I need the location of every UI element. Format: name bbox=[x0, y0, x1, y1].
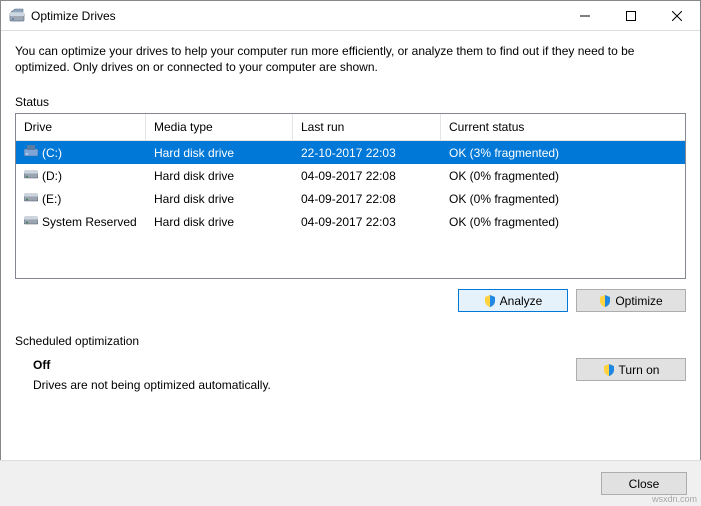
current-status: OK (0% fragmented) bbox=[441, 188, 685, 210]
last-run: 22-10-2017 22:03 bbox=[293, 142, 441, 164]
column-header-drive[interactable]: Drive bbox=[16, 114, 146, 140]
drive-icon bbox=[24, 168, 38, 183]
status-section-label: Status bbox=[15, 95, 686, 109]
current-status: OK (0% fragmented) bbox=[441, 165, 685, 187]
scheduled-block: Off Drives are not being optimized autom… bbox=[15, 358, 686, 392]
table-row[interactable]: (C:) Hard disk drive22-10-2017 22:03OK (3… bbox=[16, 141, 685, 164]
drive-name: System Reserved bbox=[42, 215, 137, 229]
close-window-button[interactable] bbox=[654, 1, 700, 31]
table-row[interactable]: (D:) Hard disk drive04-09-2017 22:08OK (0… bbox=[16, 164, 685, 187]
turn-on-button-label: Turn on bbox=[619, 363, 660, 377]
media-type: Hard disk drive bbox=[146, 211, 293, 233]
drive-icon bbox=[24, 214, 38, 229]
close-button[interactable]: Close bbox=[601, 472, 687, 495]
shield-icon bbox=[484, 295, 496, 307]
last-run: 04-09-2017 22:03 bbox=[293, 211, 441, 233]
action-button-row: Analyze Optimize bbox=[15, 289, 686, 312]
minimize-icon bbox=[580, 11, 590, 21]
last-run: 04-09-2017 22:08 bbox=[293, 188, 441, 210]
drive-name: (C:) bbox=[42, 146, 62, 160]
footer: Close bbox=[0, 460, 701, 506]
last-run: 04-09-2017 22:08 bbox=[293, 165, 441, 187]
media-type: Hard disk drive bbox=[146, 165, 293, 187]
app-icon bbox=[9, 8, 25, 24]
table-row[interactable]: System Reserved Hard disk drive04-09-2017… bbox=[16, 210, 685, 233]
titlebar: Optimize Drives bbox=[1, 1, 700, 31]
description-text: You can optimize your drives to help you… bbox=[15, 43, 686, 75]
analyze-button-label: Analyze bbox=[500, 294, 543, 308]
close-button-label: Close bbox=[629, 477, 660, 491]
close-icon bbox=[672, 11, 682, 21]
drive-name: (D:) bbox=[42, 169, 62, 183]
shield-icon bbox=[599, 295, 611, 307]
optimize-button-label: Optimize bbox=[615, 294, 662, 308]
maximize-button[interactable] bbox=[608, 1, 654, 31]
maximize-icon bbox=[626, 11, 636, 21]
media-type: Hard disk drive bbox=[146, 188, 293, 210]
column-header-media[interactable]: Media type bbox=[146, 114, 293, 140]
content-panel: You can optimize your drives to help you… bbox=[1, 31, 700, 404]
scheduled-state: Off bbox=[33, 358, 271, 372]
drives-listview[interactable]: Drive Media type Last run Current status… bbox=[15, 113, 686, 279]
current-status: OK (0% fragmented) bbox=[441, 211, 685, 233]
column-header-last-run[interactable]: Last run bbox=[293, 114, 441, 140]
optimize-button[interactable]: Optimize bbox=[576, 289, 686, 312]
shield-icon bbox=[603, 364, 615, 376]
drive-icon bbox=[24, 145, 38, 160]
media-type: Hard disk drive bbox=[146, 142, 293, 164]
minimize-button[interactable] bbox=[562, 1, 608, 31]
current-status: OK (3% fragmented) bbox=[441, 142, 685, 164]
drive-icon bbox=[24, 191, 38, 206]
drive-name: (E:) bbox=[42, 192, 61, 206]
scheduled-section-label: Scheduled optimization bbox=[15, 334, 686, 348]
scheduled-subtext: Drives are not being optimized automatic… bbox=[33, 378, 271, 392]
analyze-button[interactable]: Analyze bbox=[458, 289, 568, 312]
column-header-status[interactable]: Current status bbox=[441, 114, 685, 140]
window-title: Optimize Drives bbox=[31, 9, 116, 23]
turn-on-button[interactable]: Turn on bbox=[576, 358, 686, 381]
table-row[interactable]: (E:) Hard disk drive04-09-2017 22:08OK (0… bbox=[16, 187, 685, 210]
list-header: Drive Media type Last run Current status bbox=[16, 114, 685, 141]
